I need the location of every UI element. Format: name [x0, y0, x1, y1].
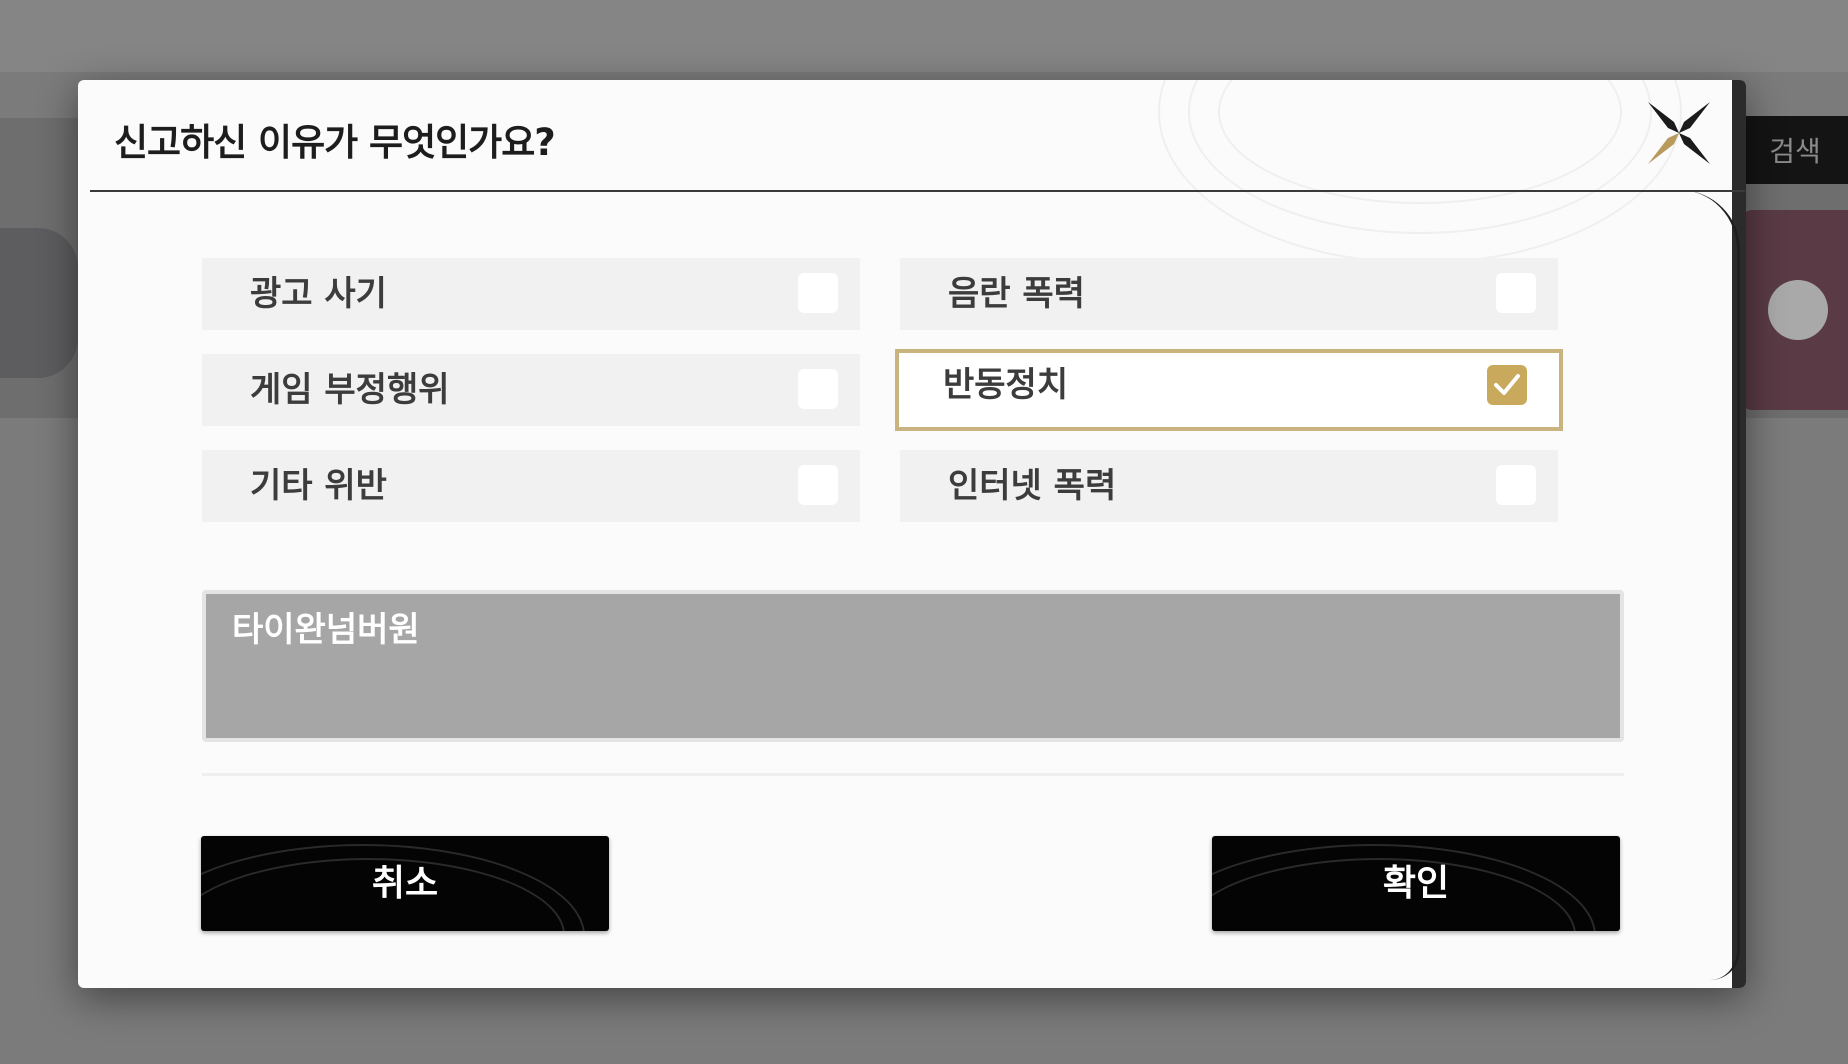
option-label: 음란 폭력: [948, 274, 1085, 314]
option-label: 반동정치: [943, 365, 1069, 405]
close-button[interactable]: [1644, 98, 1714, 168]
checkbox[interactable]: [798, 465, 838, 505]
decorative-arc: [1188, 80, 1652, 234]
option-label: 인터넷 폭력: [948, 466, 1117, 506]
cancel-button[interactable]: 취소: [201, 836, 609, 931]
dialog-title: 신고하신 이유가 무엇인가요?: [114, 121, 556, 164]
option-label: 기타 위반: [250, 466, 387, 506]
background-search-button: 검색: [1742, 116, 1848, 184]
decorative-arc: [1218, 80, 1622, 204]
option-game-cheating[interactable]: 게임 부정행위: [202, 354, 860, 426]
option-reactionary-politics[interactable]: 반동정치: [895, 349, 1563, 431]
option-ad-fraud[interactable]: 광고 사기: [202, 258, 860, 330]
option-cyber-violence[interactable]: 인터넷 폭력: [900, 450, 1558, 522]
background-top-bar: [0, 0, 1848, 72]
option-other-violation[interactable]: 기타 위반: [202, 450, 860, 522]
option-obscene-violence[interactable]: 음란 폭력: [900, 258, 1558, 330]
confirm-button[interactable]: 확인: [1212, 836, 1620, 931]
checkbox[interactable]: [798, 369, 838, 409]
background-thumbnail: [0, 228, 78, 378]
dialog-frame-curve: [1677, 190, 1740, 980]
checkmark-icon: [1494, 374, 1520, 395]
checkbox[interactable]: [1496, 273, 1536, 313]
option-label: 게임 부정행위: [250, 370, 450, 410]
decorative-arc: [1158, 80, 1682, 264]
cancel-button-label: 취소: [371, 863, 439, 904]
checkbox[interactable]: [798, 273, 838, 313]
reason-text-value: 타이완넘버원: [232, 610, 420, 650]
checkbox[interactable]: [1496, 465, 1536, 505]
report-dialog: 신고하신 이유가 무엇인가요? 광고 사기 음란 폭력 게임 부정행위 반동정치…: [78, 80, 1746, 988]
title-divider: [90, 190, 1745, 192]
checkbox-checked[interactable]: [1487, 365, 1527, 405]
option-label: 광고 사기: [250, 274, 387, 314]
confirm-button-label: 확인: [1382, 863, 1450, 904]
background-round-button: [1768, 280, 1828, 340]
reason-text-input[interactable]: 타이완넘버원: [202, 590, 1624, 742]
close-x-icon: [1648, 102, 1710, 164]
dialog-frame-edge: [1732, 80, 1746, 988]
bottom-divider: [202, 773, 1624, 776]
